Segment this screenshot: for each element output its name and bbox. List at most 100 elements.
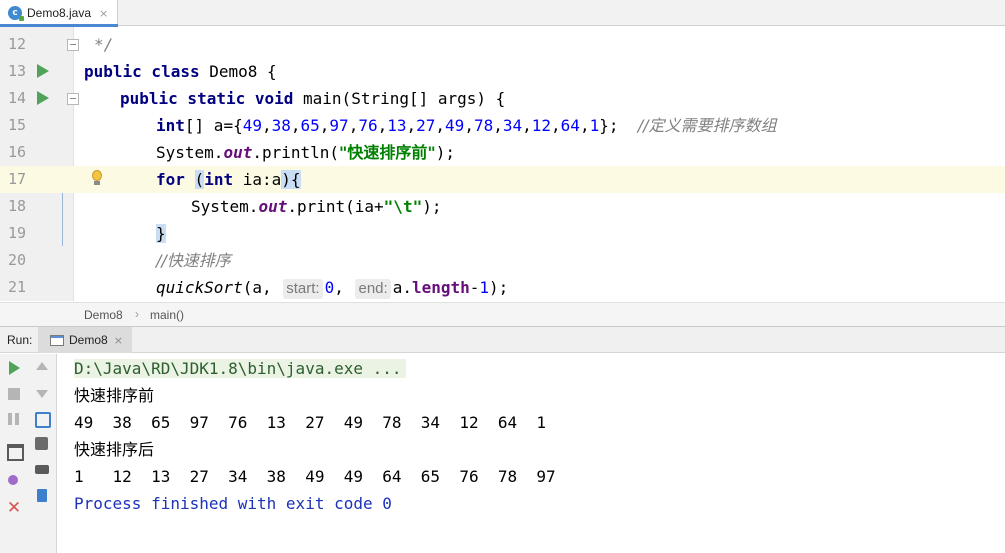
array-value: 49 [242, 116, 262, 135]
argument: (a, [242, 278, 282, 297]
keyword: int [156, 116, 185, 135]
keyword: for [156, 170, 185, 189]
code-line-12: 12 */ [0, 31, 1005, 58]
argument-value: 1 [479, 278, 490, 297]
line-number: 14 [7, 89, 26, 107]
breadcrumb-method[interactable]: main() [150, 308, 184, 322]
array-value: 64 [560, 116, 580, 135]
out-field: out [258, 197, 288, 216]
down-stack-icon[interactable] [32, 384, 52, 404]
code-line-19: 19 } [0, 220, 1005, 247]
breadcrumb: Demo8 › main() [0, 302, 1005, 326]
close-icon[interactable]: ✕ [4, 498, 24, 518]
code-line-17-current: 17 for (int ia:a){ [0, 166, 1005, 193]
array-value: 97 [329, 116, 349, 135]
pause-icon[interactable] [4, 409, 24, 429]
pin-icon[interactable] [4, 472, 24, 492]
argument: a. [392, 278, 412, 297]
keyword: public class [84, 62, 200, 81]
line-number: 16 [7, 143, 26, 161]
comma: , [579, 116, 590, 135]
matched-paren: ( [194, 170, 205, 189]
array-value: 38 [271, 116, 291, 135]
comma: , [319, 116, 330, 135]
comma: , [406, 116, 417, 135]
run-tab-label: Demo8 [69, 333, 108, 347]
console-icon [50, 334, 64, 346]
parameter-hint-end: end: [355, 279, 391, 299]
output-label-after: 快速排序后 [74, 440, 155, 459]
fold-start-icon[interactable] [67, 93, 79, 105]
keyword: int [204, 170, 234, 189]
code-line-20: 20 //快速排序 [0, 247, 1005, 274]
soft-wrap-icon[interactable] [32, 409, 52, 429]
line-number: 21 [7, 278, 26, 296]
restore-layout-icon[interactable] [4, 440, 24, 461]
matched-brace: { [290, 170, 301, 189]
argument-separator: , [334, 278, 354, 297]
array-value: 34 [502, 116, 523, 135]
print-icon[interactable] [32, 460, 52, 480]
array-value: 12 [531, 116, 552, 135]
comma: , [290, 116, 301, 135]
loop-variable: ia:a [233, 170, 282, 189]
tab-demo8-java[interactable]: c Demo8.java × [0, 0, 118, 27]
run-title: Run: [7, 333, 33, 347]
array-value: 49 [445, 116, 465, 135]
close-icon[interactable]: × [114, 334, 123, 347]
console-output[interactable]: D:\Java\RD\JDK1.8\bin\java.exe ... 快速排序前… [58, 354, 1005, 553]
comma: , [377, 116, 388, 135]
run-tab-demo8[interactable]: Demo8 × [38, 327, 132, 353]
code-editor[interactable]: 12 */ 13 public class Demo8 { 14 public … [0, 27, 1005, 301]
array-close: }; [599, 116, 619, 135]
editor-tab-bar: c Demo8.java × [0, 0, 1005, 27]
line-number: 15 [7, 116, 26, 134]
code-line-15: 15 int[] a={49,38,65,97,76,13,27,49,78,3… [0, 112, 1005, 139]
keyword: public static void [120, 89, 294, 108]
method-call: quickSort [156, 278, 243, 297]
line-number: 20 [7, 251, 26, 269]
tab-label: Demo8.java [27, 6, 92, 20]
code-line-14: 14 public static void main(String[] args… [0, 85, 1005, 112]
code-line-16: 16 System.out.println("快速排序前"); [0, 139, 1005, 166]
array-value: 1 [589, 116, 600, 135]
parameter-hint-start: start: [283, 279, 323, 299]
comma: , [261, 116, 272, 135]
comma: , [551, 116, 561, 135]
statement-end: ); [422, 197, 442, 216]
code-line-13: 13 public class Demo8 { [0, 58, 1005, 85]
out-field: out [223, 143, 253, 162]
line-number: 18 [7, 197, 26, 215]
clear-all-icon[interactable] [32, 485, 52, 505]
array-value: 76 [358, 116, 378, 135]
method-declaration: main(String[] args) { [293, 89, 506, 108]
rerun-icon[interactable] [4, 358, 24, 378]
string-literal: "\t" [383, 197, 423, 216]
comma: , [348, 116, 359, 135]
length-field: length [411, 278, 470, 297]
up-stack-icon[interactable] [32, 358, 52, 378]
run-main-icon[interactable] [37, 91, 49, 105]
close-icon[interactable]: × [99, 7, 108, 20]
system-ref: System. [191, 197, 259, 216]
array-value: 65 [300, 116, 320, 135]
scroll-to-end-icon[interactable] [32, 434, 52, 454]
exit-message: Process finished with exit code 0 [74, 494, 392, 513]
run-class-icon[interactable] [37, 64, 49, 78]
line-comment: //快速排序 [156, 251, 231, 270]
comma: , [522, 116, 532, 135]
java-class-icon: c [8, 6, 24, 21]
chevron-right-icon: › [135, 307, 139, 321]
stop-icon[interactable] [4, 384, 24, 404]
argument-value: 0 [324, 278, 335, 297]
system-ref: System. [156, 143, 224, 162]
statement-end: ); [435, 143, 455, 162]
class-declaration: Demo8 { [199, 62, 277, 81]
run-tool-window-header: Run: Demo8 × [0, 326, 1005, 353]
run-toolbar: ✕ [0, 354, 57, 553]
array-value: 78 [473, 116, 494, 135]
breadcrumb-class[interactable]: Demo8 [84, 308, 123, 322]
println-call: .println( [252, 143, 340, 162]
lightbulb-icon[interactable] [91, 170, 103, 187]
fold-end-icon[interactable] [67, 39, 79, 51]
